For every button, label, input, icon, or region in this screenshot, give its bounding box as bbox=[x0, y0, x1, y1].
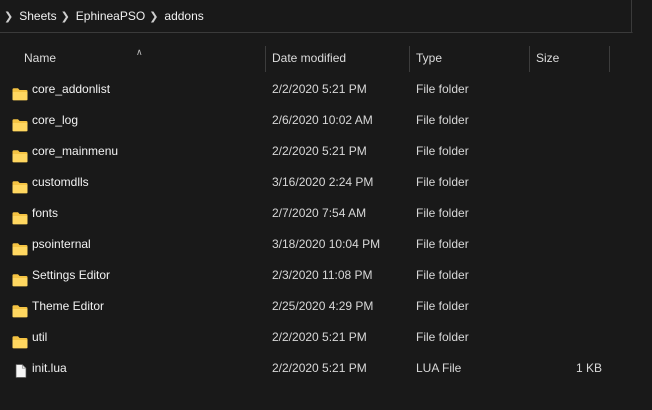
item-type: File folder bbox=[416, 268, 469, 282]
item-type: File folder bbox=[416, 330, 469, 344]
item-name: fonts bbox=[32, 206, 59, 220]
list-item[interactable]: Theme Editor 2/25/2020 4:29 PM File folder bbox=[0, 291, 632, 322]
list-item[interactable]: core_addonlist 2/2/2020 5:21 PM File folde… bbox=[0, 74, 632, 105]
item-date-modified: 2/3/2020 11:08 PM bbox=[272, 268, 373, 282]
item-date-modified: 2/2/2020 5:21 PM bbox=[272, 82, 367, 96]
list-item[interactable]: fonts 2/7/2020 7:54 AM File folder bbox=[0, 198, 632, 229]
column-header-row: Name ∧ Date modified Type Size bbox=[0, 46, 632, 72]
list-item[interactable]: core_log 2/6/2020 10:02 AM File folder bbox=[0, 105, 632, 136]
item-name: core_addonlist bbox=[32, 82, 111, 96]
sort-ascending-icon: ∧ bbox=[136, 47, 143, 57]
column-header-name-label: Name bbox=[24, 51, 57, 65]
file-icon bbox=[14, 360, 30, 378]
item-name: Settings Editor bbox=[32, 268, 111, 282]
item-size: 1 KB bbox=[575, 361, 602, 375]
list-item[interactable]: customdlls 3/16/2020 2:24 PM File folder bbox=[0, 167, 632, 198]
column-header-date-label: Date modified bbox=[272, 51, 347, 65]
list-item[interactable]: util 2/2/2020 5:21 PM File folder bbox=[0, 322, 632, 353]
file-list: core_addonlist 2/2/2020 5:21 PM File folde… bbox=[0, 74, 632, 384]
item-date-modified: 2/2/2020 5:21 PM bbox=[272, 361, 367, 375]
item-name: init.lua bbox=[32, 361, 67, 375]
item-name: core_log bbox=[32, 113, 79, 127]
column-header-type-label: Type bbox=[416, 51, 443, 65]
folder-icon bbox=[12, 330, 28, 349]
folder-icon bbox=[12, 206, 28, 225]
folder-icon bbox=[12, 175, 28, 194]
item-name: util bbox=[32, 330, 48, 344]
address-bar[interactable]: ❯ Sheets ❯ EphineaPSO ❯ addons bbox=[0, 0, 633, 33]
item-type: LUA File bbox=[416, 361, 462, 375]
column-header-size-label: Size bbox=[536, 51, 560, 65]
column-header-date[interactable]: Date modified bbox=[266, 46, 410, 72]
item-date-modified: 2/7/2020 7:54 AM bbox=[272, 206, 367, 220]
item-date-modified: 2/25/2020 4:29 PM bbox=[272, 299, 374, 313]
address-bar-frame bbox=[0, 0, 632, 33]
item-date-modified: 2/2/2020 5:21 PM bbox=[272, 330, 367, 344]
list-item[interactable]: init.lua 2/2/2020 5:21 PM LUA File 1 KB bbox=[0, 353, 632, 384]
item-type: File folder bbox=[416, 175, 469, 189]
list-item[interactable]: Settings Editor 2/3/2020 11:08 PM File fol… bbox=[0, 260, 632, 291]
column-header-type[interactable]: Type bbox=[410, 46, 530, 72]
item-type: File folder bbox=[416, 206, 469, 220]
item-type: File folder bbox=[416, 113, 469, 127]
item-date-modified: 2/2/2020 5:21 PM bbox=[272, 144, 367, 158]
folder-icon bbox=[12, 237, 28, 256]
item-type: File folder bbox=[416, 237, 469, 251]
column-header-size[interactable]: Size bbox=[530, 46, 610, 72]
item-date-modified: 3/16/2020 2:24 PM bbox=[272, 175, 374, 189]
list-item[interactable]: psointernal 3/18/2020 10:04 PM File folder bbox=[0, 229, 632, 260]
list-item[interactable]: core_mainmenu 2/2/2020 5:21 PM File folder bbox=[0, 136, 632, 167]
item-type: File folder bbox=[416, 299, 469, 313]
item-type: File folder bbox=[416, 82, 469, 96]
column-header-name[interactable]: Name ∧ bbox=[0, 46, 266, 72]
item-date-modified: 3/18/2020 10:04 PM bbox=[272, 237, 381, 251]
item-name: customdlls bbox=[32, 175, 89, 189]
folder-icon bbox=[12, 268, 28, 287]
item-name: core_mainmenu bbox=[32, 144, 119, 158]
folder-icon bbox=[12, 299, 28, 318]
folder-icon bbox=[12, 113, 28, 132]
item-date-modified: 2/6/2020 10:02 AM bbox=[272, 113, 373, 127]
folder-icon bbox=[12, 144, 28, 163]
item-name: Theme Editor bbox=[32, 299, 105, 313]
folder-icon bbox=[12, 82, 28, 101]
item-name: psointernal bbox=[32, 237, 91, 251]
item-type: File folder bbox=[416, 144, 469, 158]
